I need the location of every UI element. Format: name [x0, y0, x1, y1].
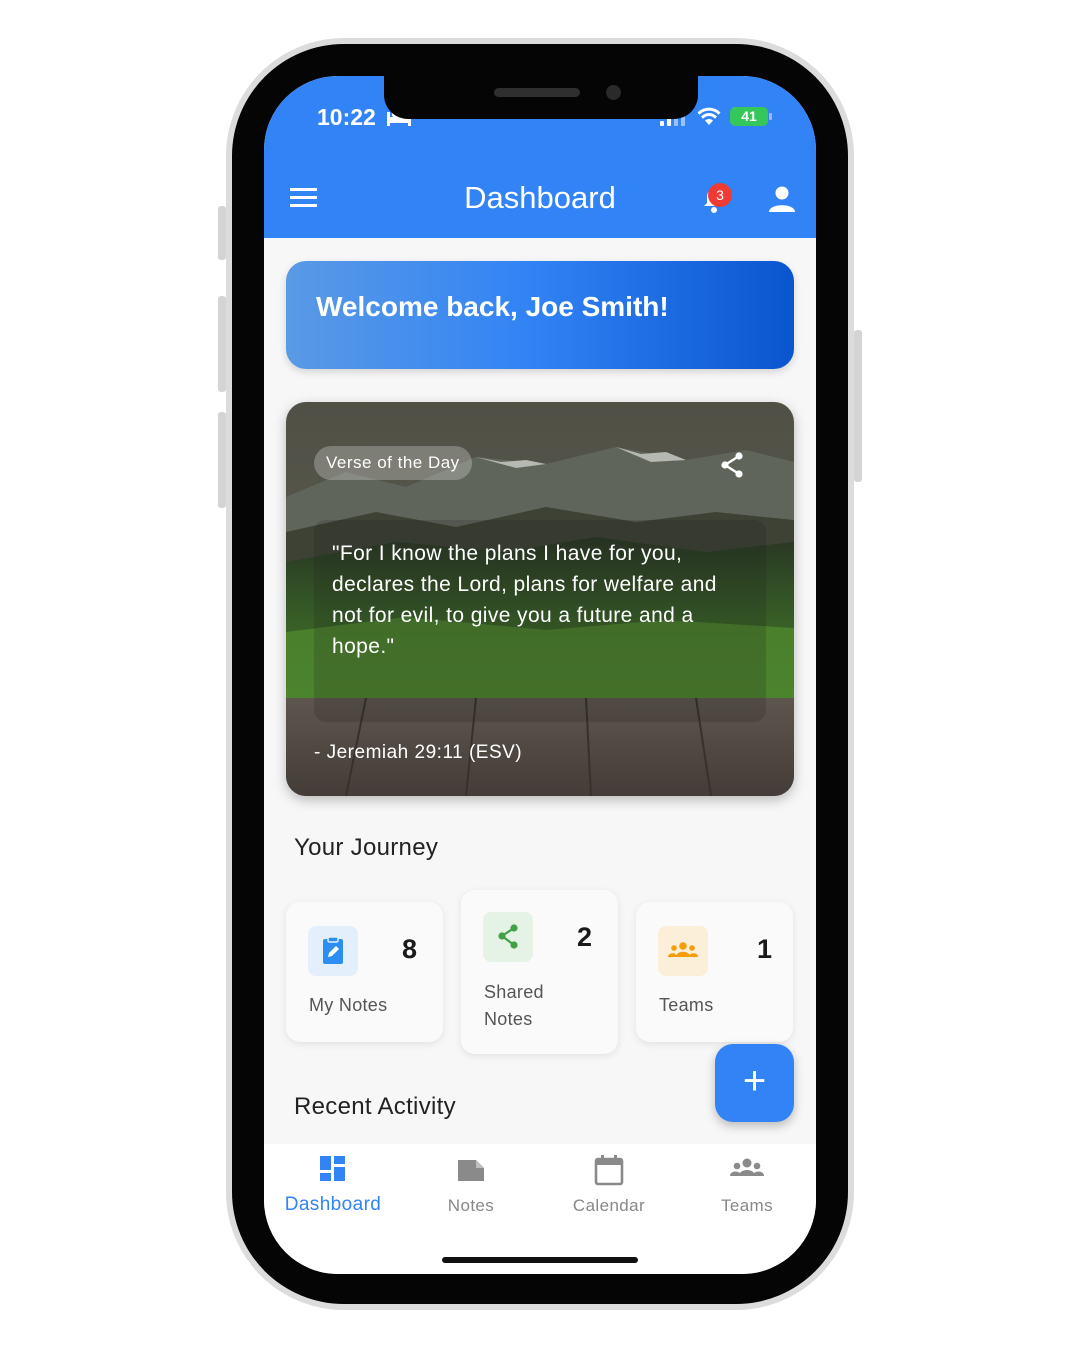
shared-notes-label-line2: Notes	[484, 1009, 533, 1029]
bottom-navigation: Dashboard Notes Calendar Teams	[264, 1144, 816, 1274]
calendar-icon	[594, 1155, 624, 1186]
verse-text-box: "For I know the plans I have for you, de…	[314, 520, 766, 722]
app-screen: 10:22 41 Dashboard 3 Welcome back, Joe S…	[264, 76, 816, 1274]
nav-item-dashboard[interactable]: Dashboard	[264, 1154, 402, 1234]
page-title: Dashboard	[464, 180, 616, 215]
speaker-grille	[494, 88, 580, 97]
verse-reference: - Jeremiah 29:11 (ESV)	[314, 742, 523, 763]
silent-switch	[218, 206, 226, 260]
status-time: 10:22	[317, 104, 376, 130]
my-notes-card[interactable]: 8 My Notes	[286, 902, 443, 1042]
nav-label-teams: Teams	[720, 1196, 774, 1215]
shared-notes-card[interactable]: 2 Shared Notes	[461, 890, 618, 1054]
nav-label-notes: Notes	[447, 1196, 495, 1215]
volume-up-button	[218, 296, 226, 392]
wifi-icon	[697, 107, 721, 125]
nav-label-calendar: Calendar	[572, 1196, 646, 1215]
add-button[interactable]: +	[715, 1044, 794, 1122]
add-icon: +	[742, 1059, 767, 1103]
shared-notes-count: 2	[577, 922, 593, 952]
nav-item-calendar[interactable]: Calendar	[540, 1154, 678, 1234]
shared-notes-label: Shared Notes	[484, 979, 544, 1033]
groups-icon	[658, 926, 708, 976]
dashboard-icon	[320, 1156, 345, 1181]
recent-activity-heading: Recent Activity	[294, 1093, 456, 1120]
battery-indicator: 41	[730, 107, 768, 126]
teams-card[interactable]: 1 Teams	[636, 902, 793, 1042]
notes-icon	[458, 1160, 484, 1181]
power-button	[854, 330, 862, 482]
notification-badge: 3	[708, 183, 732, 207]
front-camera	[606, 85, 621, 100]
welcome-banner: Welcome back, Joe Smith!	[286, 261, 794, 369]
profile-icon[interactable]	[768, 186, 796, 212]
teams-count: 1	[757, 934, 773, 964]
shared-notes-label-line1: Shared	[484, 982, 544, 1002]
your-journey-heading: Your Journey	[294, 834, 439, 861]
share-icon	[483, 912, 533, 962]
teams-label: Teams	[659, 995, 714, 1015]
nav-item-teams[interactable]: Teams	[678, 1154, 816, 1234]
note-edit-icon	[308, 926, 358, 976]
groups-icon	[730, 1158, 764, 1176]
nav-label-dashboard: Dashboard	[284, 1194, 382, 1215]
nav-item-notes[interactable]: Notes	[402, 1154, 540, 1234]
verse-text: "For I know the plans I have for you, de…	[332, 542, 717, 658]
home-indicator[interactable]	[442, 1257, 638, 1263]
battery-tip	[769, 113, 772, 120]
my-notes-label: My Notes	[309, 995, 388, 1015]
share-icon[interactable]	[720, 452, 744, 478]
my-notes-count: 8	[402, 934, 418, 964]
verse-of-the-day-card[interactable]: Verse of the Day "For I know the plans I…	[286, 402, 794, 796]
phone-notch	[384, 76, 698, 119]
verse-label: Verse of the Day	[314, 446, 472, 480]
volume-down-button	[218, 412, 226, 508]
welcome-text: Welcome back, Joe Smith!	[316, 291, 669, 322]
